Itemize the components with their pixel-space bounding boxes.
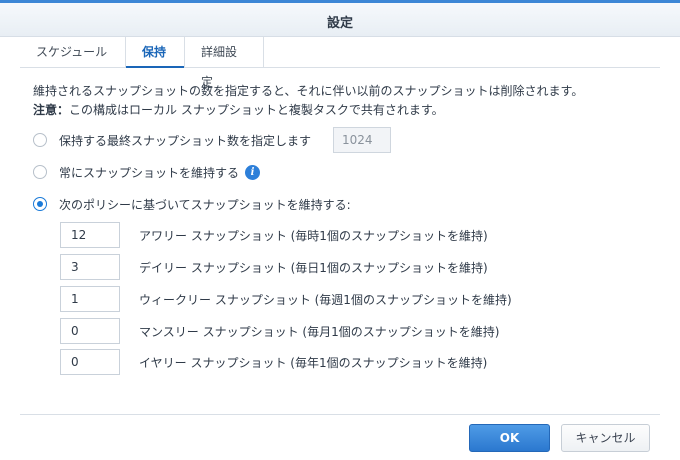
monthly-label: マンスリー スナップショット (毎月1個のスナップショットを維持)	[139, 324, 500, 339]
option-policy-row: 次のポリシーに基づいてスナップショットを維持する:	[33, 194, 351, 214]
cancel-button[interactable]: キャンセル	[561, 424, 650, 452]
note-text: この構成はローカル スナップショットと複製タスクで共有されます。	[69, 103, 444, 117]
monthly-count-input[interactable]: 0	[60, 318, 120, 344]
max-count-label[interactable]: 保持する最終スナップショット数を指定します	[59, 132, 311, 149]
tab-advanced[interactable]: 詳細設定	[185, 37, 264, 89]
tab-bar: スケジュール 保持 詳細設定	[20, 37, 660, 89]
policy-row-weekly: 1 ウィークリー スナップショット (毎週1個のスナップショットを維持)	[60, 286, 512, 312]
max-count-radio[interactable]	[33, 133, 47, 147]
note-prefix: 注意：	[33, 103, 70, 117]
keep-all-radio[interactable]	[33, 165, 47, 179]
dialog-title: 設定	[326, 16, 353, 31]
ok-button[interactable]: OK	[469, 424, 550, 452]
policy-row-monthly: 0 マンスリー スナップショット (毎月1個のスナップショットを維持)	[60, 318, 499, 344]
policy-row-yearly: 0 イヤリー スナップショット (毎年1個のスナップショットを維持)	[60, 349, 487, 375]
yearly-count-input[interactable]: 0	[60, 349, 120, 375]
footer-divider	[20, 414, 660, 415]
info-icon[interactable]: i	[245, 164, 261, 180]
tab-retention[interactable]: 保持	[126, 37, 185, 68]
yearly-label: イヤリー スナップショット (毎年1個のスナップショットを維持)	[139, 355, 488, 370]
dialog-title-bar: 設定	[0, 0, 680, 37]
policy-row-hourly: 12 アワリー スナップショット (毎時1個のスナップショットを維持)	[60, 222, 488, 248]
policy-row-daily: 3 デイリー スナップショット (毎日1個のスナップショットを維持)	[60, 254, 488, 280]
option-keep-all-row: 常にスナップショットを維持する i	[33, 162, 261, 182]
policy-label[interactable]: 次のポリシーに基づいてスナップショットを維持する:	[59, 196, 351, 213]
retention-description: 維持されるスナップショットの数を指定すると、それに伴い以前のスナップショットは削…	[33, 84, 584, 98]
max-count-input: 1024	[333, 127, 391, 153]
retention-note: 注意：この構成はローカル スナップショットと複製タスクで共有されます。	[33, 101, 444, 118]
daily-label: デイリー スナップショット (毎日1個のスナップショットを維持)	[139, 260, 488, 275]
weekly-label: ウィークリー スナップショット (毎週1個のスナップショットを維持)	[139, 292, 512, 307]
hourly-count-input[interactable]: 12	[60, 222, 120, 248]
policy-radio[interactable]	[33, 197, 47, 211]
hourly-label: アワリー スナップショット (毎時1個のスナップショットを維持)	[139, 228, 488, 243]
keep-all-label[interactable]: 常にスナップショットを維持する	[59, 164, 239, 181]
tab-schedule[interactable]: スケジュール	[20, 37, 126, 67]
option-max-count-row: 保持する最終スナップショット数を指定します	[33, 130, 311, 150]
daily-count-input[interactable]: 3	[60, 254, 120, 280]
weekly-count-input[interactable]: 1	[60, 286, 120, 312]
